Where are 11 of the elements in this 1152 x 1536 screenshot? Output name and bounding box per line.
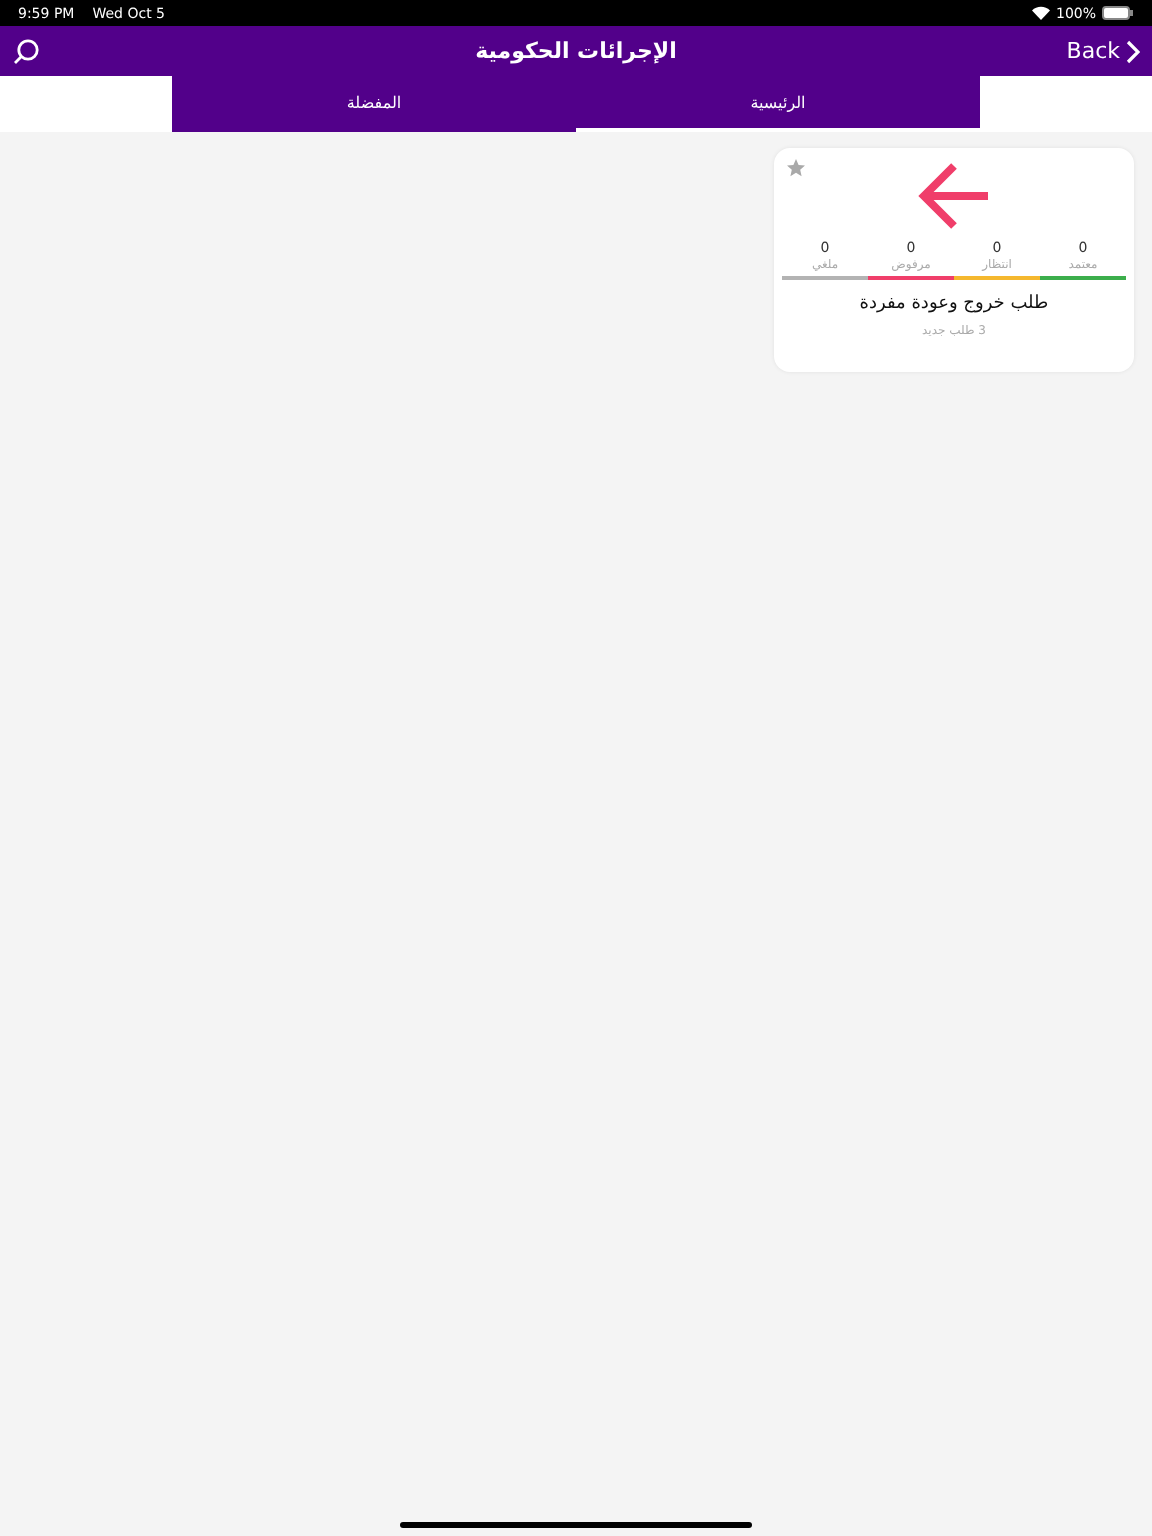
back-button[interactable]: Back <box>1066 38 1140 64</box>
wifi-icon <box>1031 6 1050 20</box>
search-icon[interactable] <box>12 37 40 65</box>
arrow-left-icon <box>916 160 992 232</box>
page-title: الإجرائات الحكومية <box>475 38 677 64</box>
tab[interactable]: المفضلة <box>172 76 576 132</box>
chevron-right-icon <box>1126 39 1140 63</box>
star-icon[interactable] <box>786 158 806 178</box>
battery-icon <box>1102 6 1134 20</box>
tab[interactable]: الرئيسية <box>576 76 980 132</box>
card-title: طلب خروج وعودة مفردة <box>859 294 1049 314</box>
